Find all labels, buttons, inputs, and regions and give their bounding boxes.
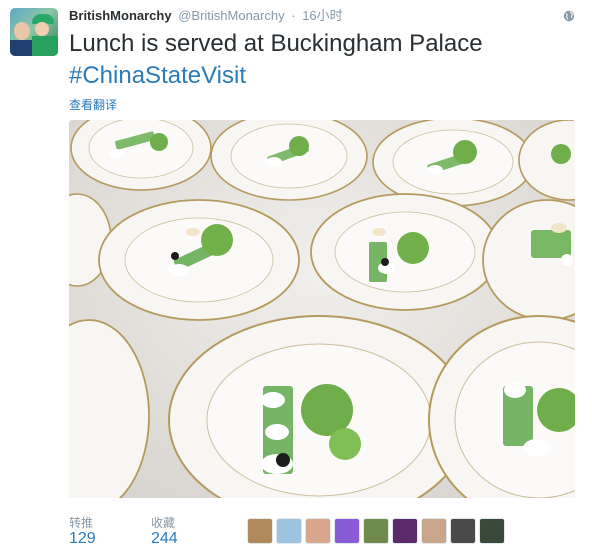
retweeter-avatar[interactable] (392, 518, 418, 544)
retweets-count[interactable]: 129 (69, 530, 96, 548)
retweeter-avatar[interactable] (247, 518, 273, 544)
header-separator: · (291, 8, 296, 23)
avatar-person-1 (14, 22, 30, 40)
hashtag-link[interactable]: #ChinaStateVisit (69, 60, 579, 92)
author-screen-name[interactable]: @BritishMonarchy (178, 8, 284, 23)
retweets-label: 转推 (69, 516, 94, 530)
retweeter-avatar[interactable] (334, 518, 360, 544)
plate (210, 120, 368, 201)
retweeter-avatar[interactable] (305, 518, 331, 544)
tweet-text-line: Lunch is served at Buckingham Palace (69, 30, 483, 57)
likes-count[interactable]: 244 (151, 530, 178, 548)
tweet-text: Lunch is served at Buckingham Palace #Ch… (69, 28, 579, 92)
plate (98, 199, 300, 321)
avatar-person-2 (35, 22, 49, 36)
photo-plates-illustration (69, 120, 575, 498)
tweet-photo[interactable] (69, 120, 575, 498)
author-full-name[interactable]: BritishMonarchy (69, 8, 172, 23)
translate-link[interactable]: 查看翻译 (69, 96, 117, 113)
retweeter-avatar[interactable] (421, 518, 447, 544)
avatar-dress (32, 36, 58, 56)
globe-icon (563, 10, 575, 22)
tweet-header: BritishMonarchy @BritishMonarchy · 16小时 (69, 8, 343, 24)
retweeter-avatar[interactable] (276, 518, 302, 544)
retweeter-avatar[interactable] (450, 518, 476, 544)
retweeter-avatar[interactable] (363, 518, 389, 544)
likes-label: 收藏 (151, 516, 176, 530)
retweeter-avatar[interactable] (479, 518, 505, 544)
tweet-timestamp[interactable]: 16小时 (302, 8, 342, 23)
author-avatar[interactable] (10, 8, 58, 56)
plate (372, 120, 534, 207)
plate (310, 193, 500, 311)
retweeter-avatars (247, 518, 505, 544)
